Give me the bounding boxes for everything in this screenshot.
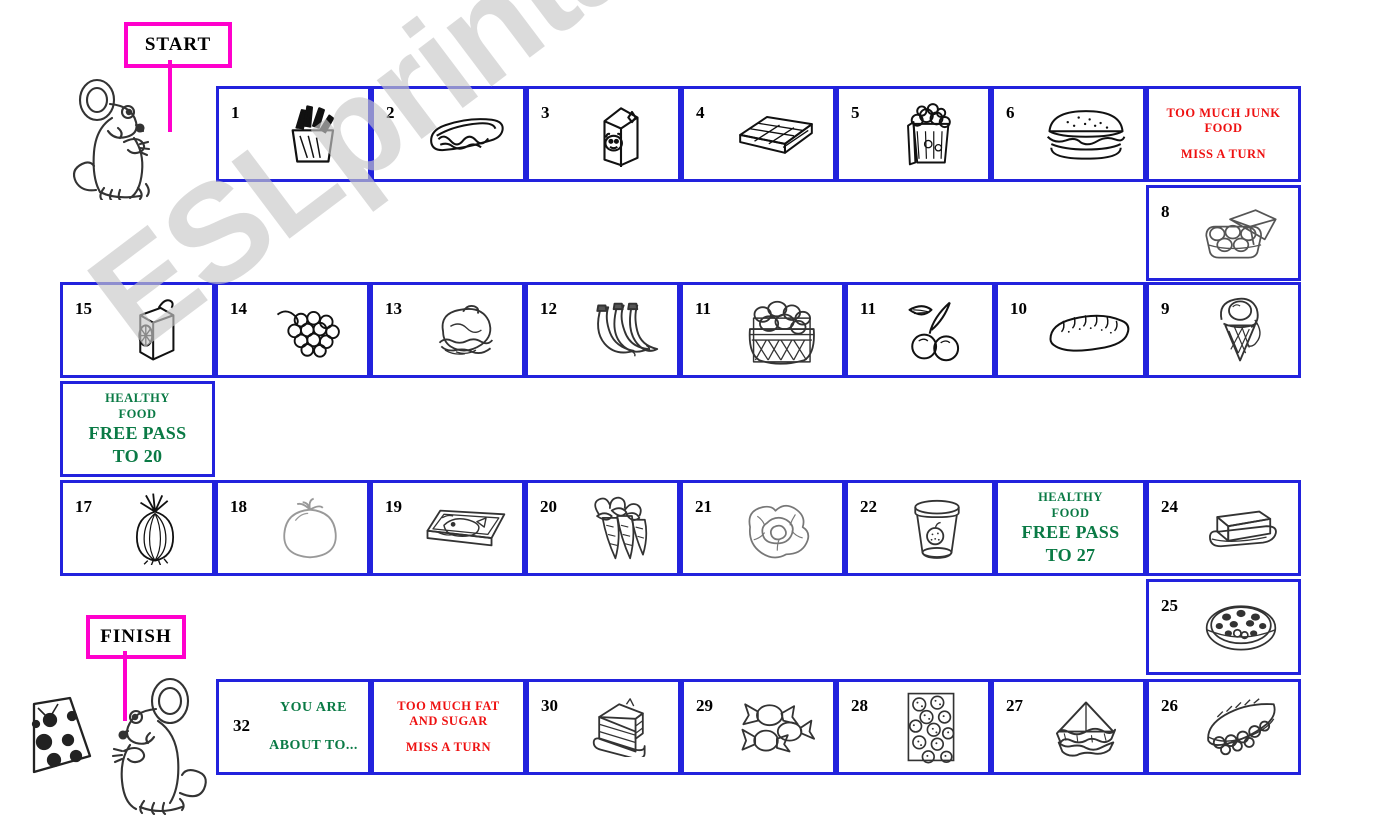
cell-32-text: YOU ARE ABOUT TO...	[265, 682, 362, 772]
hamburger-icon	[994, 89, 1143, 179]
yogurt-cup-icon	[848, 483, 992, 573]
popcorn-icon	[839, 89, 988, 179]
board-cell-25[interactable]: 25	[1146, 579, 1301, 675]
hot-dog-icon	[374, 89, 523, 179]
board-cell-22[interactable]: 22	[845, 480, 995, 576]
board-cell-12[interactable]: 12	[525, 282, 680, 378]
cake-slice-icon	[529, 682, 678, 772]
board-cell-2[interactable]: 2	[371, 86, 526, 182]
egg-carton-icon	[1149, 188, 1298, 278]
tomato-icon	[218, 483, 367, 573]
carrots-icon	[528, 483, 677, 573]
cell-32-line-1: YOU ARE	[280, 700, 347, 715]
board-cell-15[interactable]: 15	[60, 282, 215, 378]
board-cell-13[interactable]: 13	[370, 282, 525, 378]
bonus-line-3: FREE PASS	[1021, 522, 1120, 543]
start-signpost	[168, 60, 172, 132]
board-cell-4[interactable]: 4	[681, 86, 836, 182]
juice-box-icon	[63, 285, 212, 375]
sandwich-icon	[994, 682, 1143, 772]
penalty-line-1: TOO MUCH FAT	[397, 698, 500, 713]
lettuce-icon	[683, 483, 842, 573]
board-cell-24[interactable]: 24	[1146, 480, 1301, 576]
board-cell-21[interactable]: 21	[680, 480, 845, 576]
bonus-line-1: HEALTHY	[105, 390, 170, 405]
bonus-free-pass-20-cell[interactable]: HEALTHY FOOD FREE PASS TO 20	[60, 381, 215, 477]
cell-number: 32	[233, 716, 250, 735]
french-fries-icon	[219, 89, 368, 179]
board-cell-8[interactable]: 8	[1146, 185, 1301, 281]
pie-slice-icon	[1149, 682, 1298, 772]
potato-basket-icon	[683, 285, 842, 375]
candy-icon	[684, 682, 833, 772]
penalty-line-2: FOOD	[1204, 121, 1243, 136]
bonus-line-1: HEALTHY	[1038, 489, 1103, 504]
board-cell-30[interactable]: 30	[526, 679, 681, 775]
penalty-line-3: MISS A TURN	[405, 739, 492, 754]
grapes-icon	[218, 285, 367, 375]
ice-cream-cone-icon	[1149, 285, 1298, 375]
bonus-line-4: TO 27	[1045, 544, 1096, 565]
board-cell-9[interactable]: 9	[1146, 282, 1301, 378]
bread-loaf-icon	[998, 285, 1143, 375]
board-cell-19[interactable]: 19	[370, 480, 525, 576]
board-cell-11a[interactable]: 11	[680, 282, 845, 378]
finish-signpost	[123, 651, 127, 721]
bonus-free-pass-27-cell[interactable]: HEALTHY FOOD FREE PASS TO 27	[995, 480, 1146, 576]
bonus-line-4: TO 20	[112, 445, 163, 466]
board-cell-26[interactable]: 26	[1146, 679, 1301, 775]
board-cell-18[interactable]: 18	[215, 480, 370, 576]
penalty-line-1: TOO MUCH JUNK	[1166, 105, 1281, 120]
butter-icon	[1149, 483, 1298, 573]
board-cell-27[interactable]: 27	[991, 679, 1146, 775]
cookies-box-icon	[839, 682, 988, 772]
board-cell-11b[interactable]: 11	[845, 282, 995, 378]
penalty-line-2: AND SUGAR	[409, 714, 488, 729]
bananas-icon	[528, 285, 677, 375]
penalty-line-3: MISS A TURN	[1180, 146, 1267, 161]
board-cell-3[interactable]: 3	[526, 86, 681, 182]
board-cell-14[interactable]: 14	[215, 282, 370, 378]
bonus-line-2: FOOD	[118, 406, 157, 421]
fish-tray-icon	[373, 483, 522, 573]
board-cell-17[interactable]: 17	[60, 480, 215, 576]
game-board: ESLprintables.com START	[0, 0, 1389, 838]
board-cell-20[interactable]: 20	[525, 480, 680, 576]
penalty-junk-food-cell[interactable]: TOO MUCH JUNK FOOD MISS A TURN	[1146, 86, 1301, 182]
bonus-line-2: FOOD	[1051, 505, 1090, 520]
cherries-icon	[848, 285, 992, 375]
onion-icon	[63, 483, 212, 573]
board-cell-28[interactable]: 28	[836, 679, 991, 775]
board-cell-29[interactable]: 29	[681, 679, 836, 775]
board-cell-10[interactable]: 10	[995, 282, 1146, 378]
finish-sign: FINISH	[86, 615, 186, 659]
board-cell-1[interactable]: 1	[216, 86, 371, 182]
board-cell-6[interactable]: 6	[991, 86, 1146, 182]
start-sign: START	[124, 22, 232, 68]
cheese-icon	[14, 690, 106, 780]
roast-chicken-icon	[373, 285, 522, 375]
bonus-line-3: FREE PASS	[88, 423, 187, 444]
cell-32-line-2: ABOUT TO...	[269, 738, 358, 753]
penalty-fat-sugar-cell[interactable]: TOO MUCH FAT AND SUGAR MISS A TURN	[371, 679, 526, 775]
chocolate-bar-icon	[684, 89, 833, 179]
milk-carton-icon	[529, 89, 678, 179]
board-cell-32[interactable]: 32 YOU ARE ABOUT TO...	[216, 679, 371, 775]
pizza-icon	[1149, 582, 1298, 672]
board-cell-5[interactable]: 5	[836, 86, 991, 182]
mouse-finish-icon	[92, 665, 232, 816]
